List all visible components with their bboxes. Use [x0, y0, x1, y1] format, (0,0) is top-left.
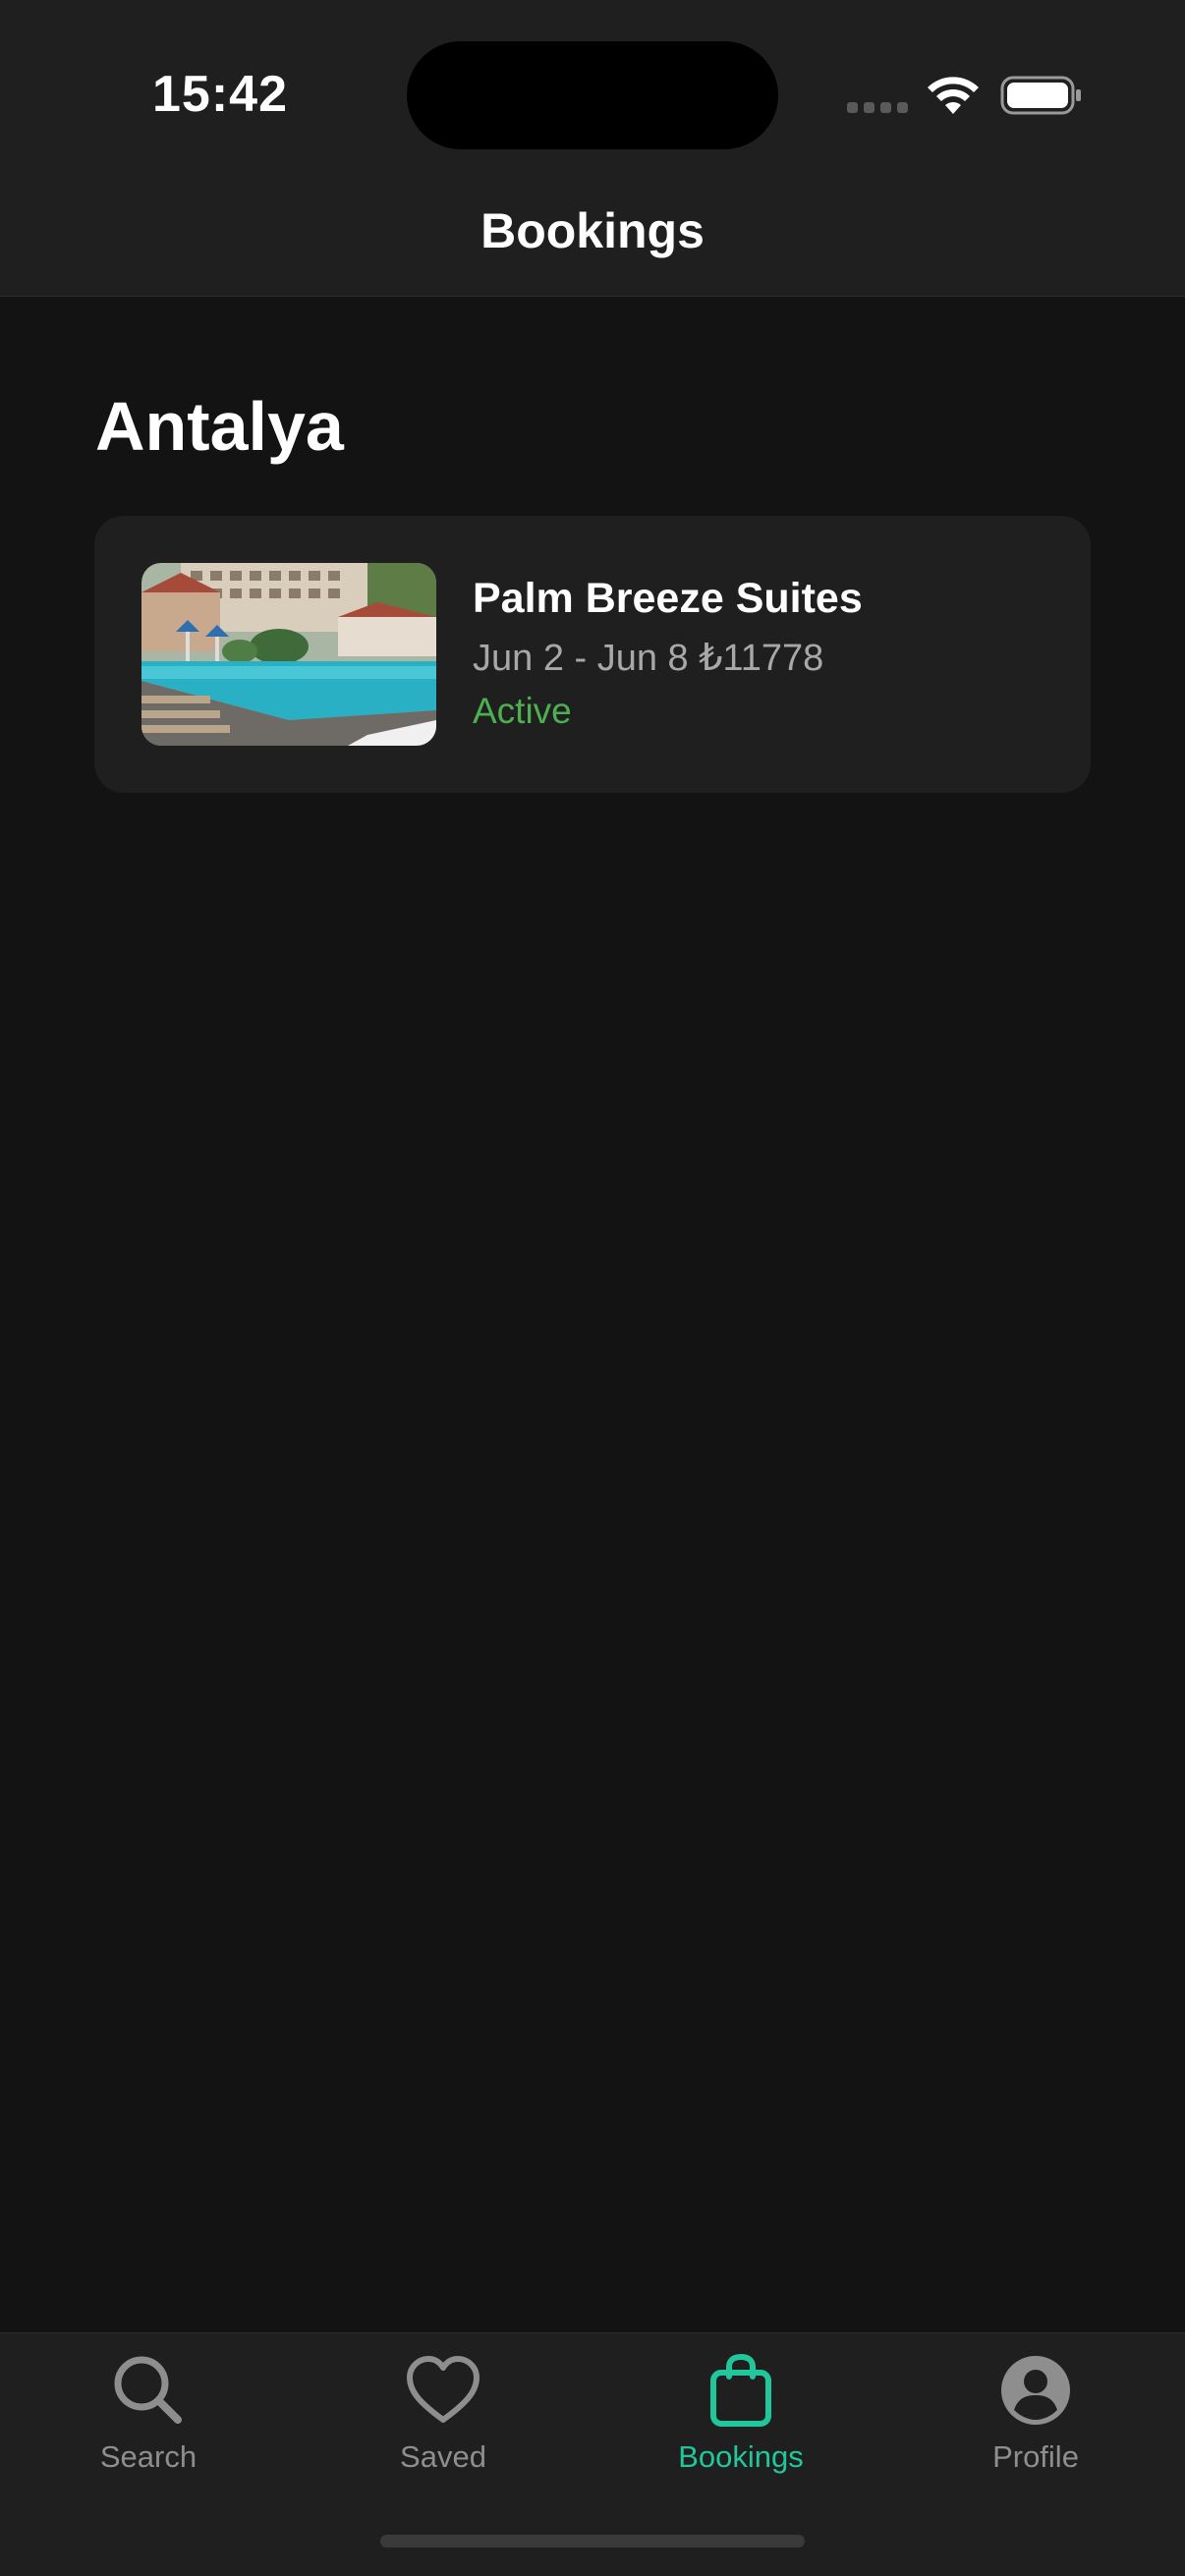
dynamic-island	[407, 41, 778, 149]
shopping-bag-icon	[710, 2353, 771, 2427]
tab-search[interactable]: Search	[50, 2351, 247, 2475]
heart-icon	[407, 2356, 480, 2423]
booking-dates-price: Jun 2 - Jun 8 ₺11778	[473, 638, 824, 679]
tab-bookings[interactable]: Bookings	[643, 2351, 839, 2475]
booking-card[interactable]: Palm Breeze Suites Jun 2 - Jun 8 ₺11778 …	[94, 516, 1091, 793]
hotel-photo	[141, 563, 436, 746]
cellular-signal-icon	[847, 102, 908, 113]
status-time: 15:42	[152, 66, 288, 123]
person-circle-icon	[1001, 2356, 1070, 2425]
home-indicator[interactable]	[380, 2535, 805, 2548]
tab-saved-label: Saved	[400, 2439, 486, 2474]
hotel-name: Palm Breeze Suites	[473, 575, 863, 622]
tab-profile[interactable]: Profile	[937, 2351, 1134, 2475]
page-title: Bookings	[480, 203, 705, 258]
city-section-title: Antalya	[95, 388, 344, 465]
tab-bookings-label: Bookings	[678, 2439, 804, 2474]
search-icon	[114, 2356, 182, 2424]
status-badge: Active	[473, 691, 572, 731]
wifi-icon	[928, 77, 979, 114]
tab-profile-label: Profile	[992, 2439, 1079, 2474]
battery-icon	[1000, 76, 1081, 115]
tab-search-label: Search	[99, 2439, 198, 2474]
header: 15:42 Bookings	[0, 0, 1185, 297]
tab-saved[interactable]: Saved	[345, 2351, 541, 2475]
bookings-screen: 15:42 Bookings Antalya Palm Breeze Suite…	[0, 0, 1185, 2576]
